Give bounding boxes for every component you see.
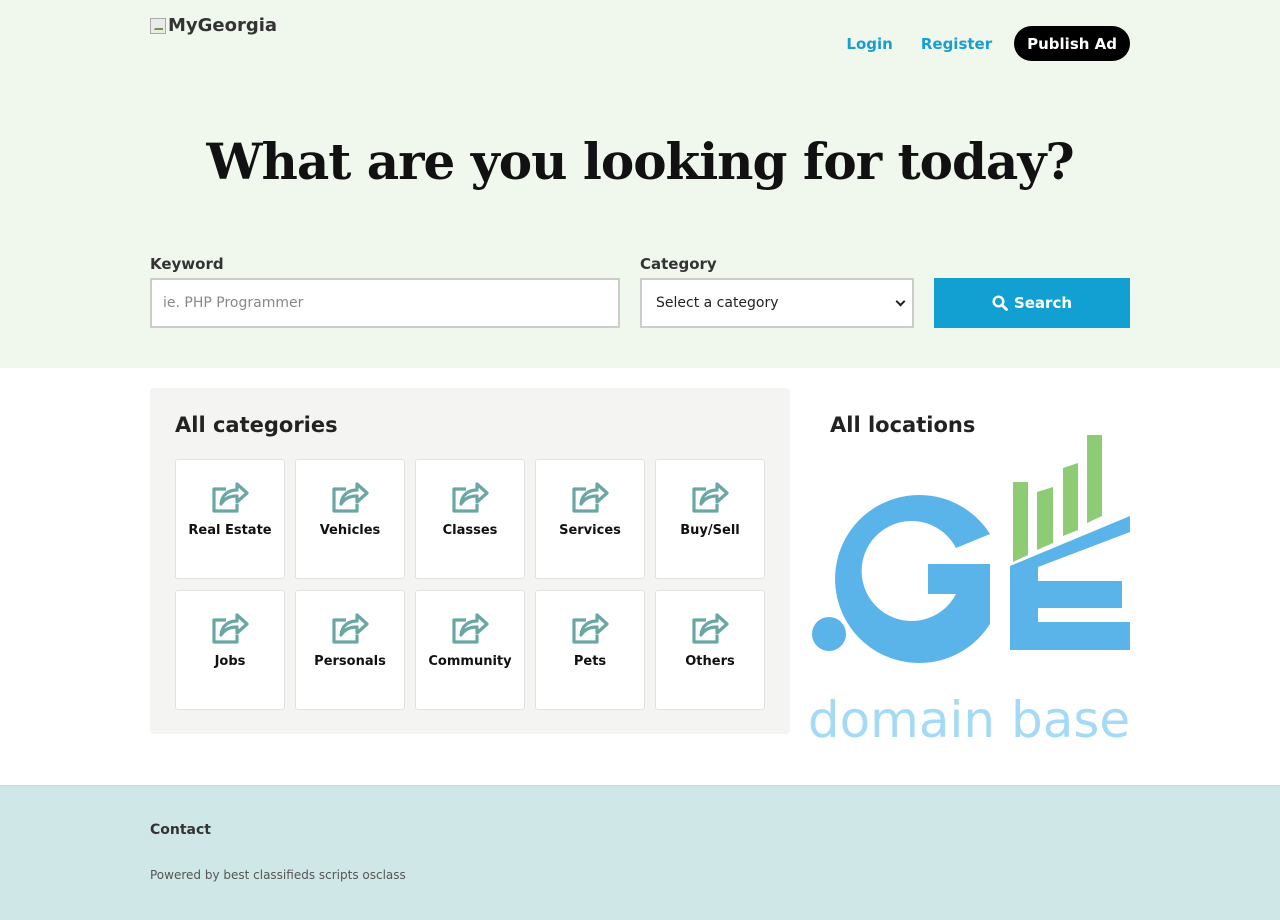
- share-icon: [572, 482, 609, 513]
- register-link[interactable]: Register: [907, 35, 1006, 53]
- site-footer: Contact Powered by best classifieds scri…: [0, 785, 1280, 920]
- category-tile-real-estate[interactable]: Real Estate: [175, 459, 285, 579]
- share-icon: [692, 482, 729, 513]
- share-icon: [692, 613, 729, 644]
- category-tile-personals[interactable]: Personals: [295, 590, 405, 710]
- broken-image-icon: [150, 17, 166, 34]
- ge-logo-tagline: domain base: [808, 691, 1130, 746]
- category-label: Real Estate: [188, 523, 272, 538]
- share-icon: [212, 613, 249, 644]
- category-label: Personals: [314, 654, 386, 669]
- category-tile-classes[interactable]: Classes: [415, 459, 525, 579]
- category-select[interactable]: Select a category: [640, 278, 914, 328]
- powered-by-text: Powered by best classifieds scripts oscl…: [150, 868, 406, 882]
- keyword-input[interactable]: [150, 278, 620, 328]
- share-icon: [212, 482, 249, 513]
- category-label: Pets: [573, 654, 607, 669]
- keyword-label: Keyword: [150, 255, 224, 273]
- category-tile-vehicles[interactable]: Vehicles: [295, 459, 405, 579]
- category-select-value: Select a category: [656, 295, 779, 311]
- category-label: Buy/Sell: [680, 523, 740, 538]
- category-label: Vehicles: [319, 523, 381, 538]
- ge-domain-logo[interactable]: domain base: [806, 434, 1136, 746]
- categories-panel: All categories Real Estate Vehicles Clas…: [150, 388, 790, 734]
- logo-alt-text: MyGeorgia: [168, 15, 278, 36]
- hero-section: MyGeorgia Login Register Publish Ad What…: [0, 0, 1280, 368]
- category-label: Category: [640, 255, 717, 273]
- publish-ad-button[interactable]: Publish Ad: [1014, 26, 1130, 61]
- chevron-down-icon: [895, 296, 906, 306]
- categories-title: All categories: [175, 413, 338, 437]
- search-button-label: Search: [1013, 294, 1073, 312]
- category-tile-buy-sell[interactable]: Buy/Sell: [655, 459, 765, 579]
- site-logo[interactable]: MyGeorgia: [150, 15, 277, 36]
- category-grid: Real Estate Vehicles Classes Services Bu…: [175, 459, 765, 710]
- search-button[interactable]: Search: [934, 278, 1130, 328]
- share-icon: [332, 613, 369, 644]
- category-tile-services[interactable]: Services: [535, 459, 645, 579]
- category-label: Jobs: [214, 654, 246, 669]
- category-tile-community[interactable]: Community: [415, 590, 525, 710]
- share-icon: [572, 613, 609, 644]
- contact-link[interactable]: Contact: [150, 822, 211, 838]
- category-tile-pets[interactable]: Pets: [535, 590, 645, 710]
- category-label: Others: [685, 654, 735, 669]
- category-label: Services: [559, 523, 621, 538]
- category-tile-jobs[interactable]: Jobs: [175, 590, 285, 710]
- share-icon: [452, 482, 489, 513]
- share-icon: [452, 613, 489, 644]
- search-icon: [992, 295, 1008, 311]
- login-link[interactable]: Login: [832, 35, 906, 53]
- category-tile-others[interactable]: Others: [655, 590, 765, 710]
- share-icon: [332, 482, 369, 513]
- header-nav: Login Register Publish Ad: [832, 26, 1130, 61]
- hero-headline: What are you looking for today?: [206, 132, 1074, 191]
- category-label: Community: [428, 654, 512, 669]
- category-label: Classes: [442, 523, 498, 538]
